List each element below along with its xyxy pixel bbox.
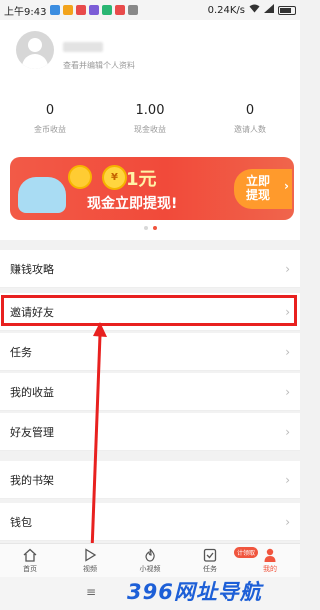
tab-label: 我的 <box>263 565 277 573</box>
tab-label: 视频 <box>83 565 97 573</box>
tab-label: 首页 <box>23 565 37 573</box>
tab-label: 小视频 <box>139 565 161 573</box>
bottom-tab-bar: 首页 视频 小视频 任务 计领取 我的 <box>0 543 300 577</box>
play-icon <box>85 548 97 562</box>
tab-video[interactable]: 视频 <box>60 544 120 577</box>
menu-icon[interactable]: ≡ <box>86 585 96 599</box>
home-icon <box>23 548 37 562</box>
tab-label: 任务 <box>203 565 217 573</box>
tab-short-video[interactable]: 小视频 <box>120 544 180 577</box>
task-icon <box>203 548 217 562</box>
tab-mine[interactable]: 我的 <box>240 544 300 577</box>
flame-icon <box>145 548 155 562</box>
annotation-arrow <box>89 322 107 579</box>
tab-tasks[interactable]: 任务 计领取 <box>180 544 259 577</box>
person-icon <box>264 548 276 562</box>
site-watermark: 396网址导航 <box>127 580 262 604</box>
tab-home[interactable]: 首页 <box>0 544 60 577</box>
